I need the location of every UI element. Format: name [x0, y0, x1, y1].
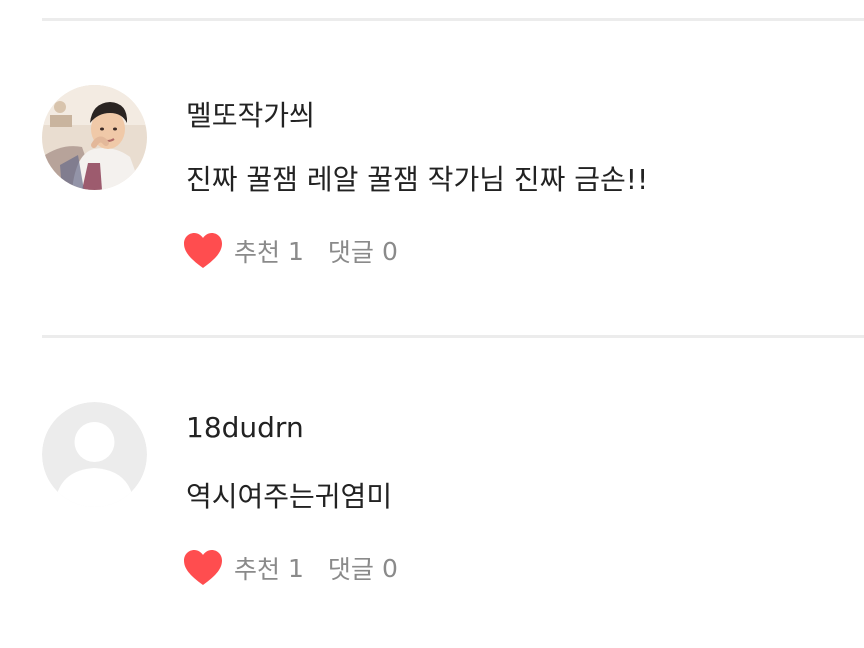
reply-button[interactable]: 댓글 0 — [328, 550, 398, 586]
reply-button[interactable]: 댓글 0 — [328, 233, 398, 269]
like-count: 1 — [288, 236, 304, 266]
like-label: 추천 — [234, 555, 281, 584]
like-label: 추천 — [234, 238, 281, 267]
comment-author[interactable]: 18dudrn — [186, 411, 304, 444]
like-button[interactable]: 추천 1 — [183, 232, 304, 270]
comment-actions: 추천 1 댓글 0 — [183, 548, 398, 588]
comment-actions: 추천 1 댓글 0 — [183, 231, 398, 271]
avatar[interactable] — [42, 402, 147, 507]
reply-label: 댓글 — [327, 238, 374, 267]
avatar[interactable] — [42, 85, 147, 190]
heart-icon — [183, 232, 223, 270]
like-button[interactable]: 추천 1 — [183, 549, 304, 587]
divider — [42, 335, 864, 338]
reply-label: 댓글 — [327, 555, 374, 584]
like-count: 1 — [288, 553, 304, 583]
reply-count: 0 — [381, 553, 398, 583]
comment-text: 역시여주는귀염미 — [186, 480, 393, 513]
comment-author[interactable]: 멜또작가씌 — [186, 94, 315, 134]
divider — [42, 18, 864, 21]
reply-count: 0 — [381, 236, 398, 266]
heart-icon — [183, 549, 223, 587]
comment-list: 멜또작가씌 진짜 꿀잼 레알 꿀잼 작가님 진짜 금손!! 추천 1 댓글 0 — [0, 0, 864, 648]
comment-text: 진짜 꿀잼 레알 꿀잼 작가님 진짜 금손!! — [186, 163, 649, 196]
